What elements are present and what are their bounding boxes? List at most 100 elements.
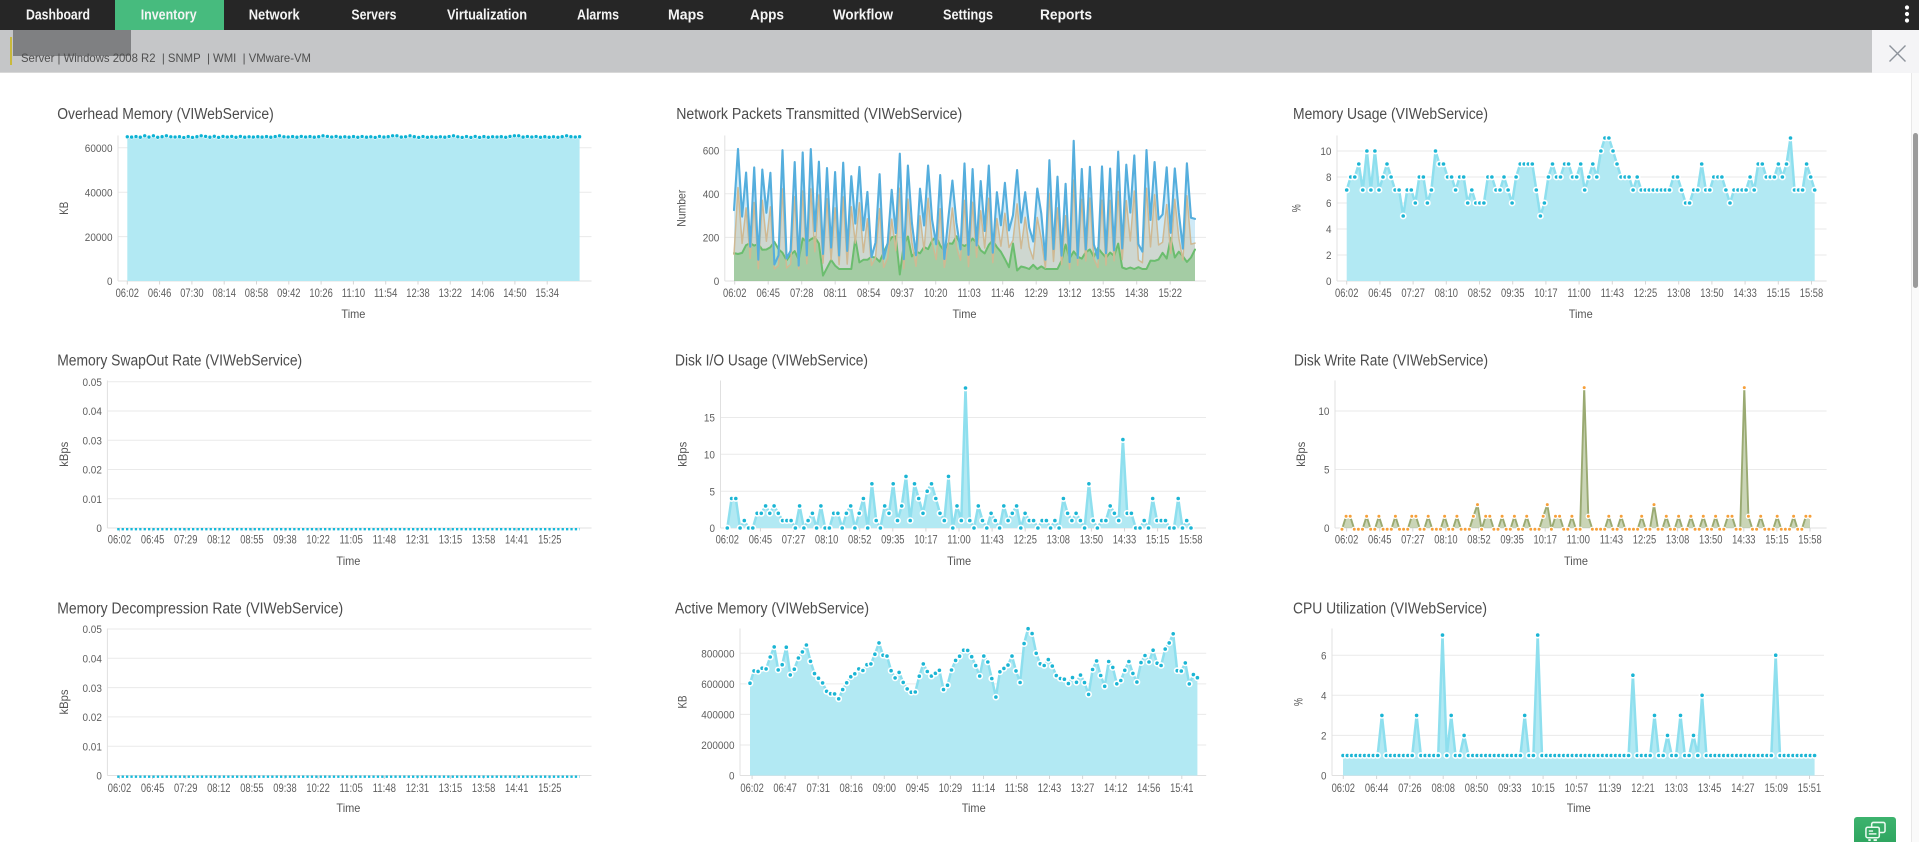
svg-text:15:34: 15:34	[536, 286, 560, 300]
svg-text:%: %	[1292, 698, 1306, 706]
svg-text:0.03: 0.03	[83, 683, 102, 695]
svg-text:15:15: 15:15	[1767, 286, 1791, 300]
svg-text:kBps: kBps	[676, 442, 690, 467]
svg-text:12:38: 12:38	[406, 286, 430, 300]
svg-text:Time: Time	[336, 801, 360, 815]
svg-text:kBps: kBps	[57, 442, 71, 467]
svg-text:2: 2	[1321, 731, 1327, 743]
svg-text:11:54: 11:54	[374, 286, 398, 300]
svg-text:11:48: 11:48	[373, 533, 397, 547]
svg-text:07:29: 07:29	[174, 781, 198, 795]
svg-text:15:22: 15:22	[1159, 286, 1183, 300]
svg-text:12:31: 12:31	[406, 533, 430, 547]
svg-text:10:15: 10:15	[1531, 781, 1555, 795]
svg-text:10: 10	[1320, 146, 1331, 158]
svg-text:06:45: 06:45	[1368, 533, 1392, 547]
svg-text:11:43: 11:43	[980, 533, 1004, 547]
svg-text:13:08: 13:08	[1667, 286, 1691, 300]
svg-text:14:27: 14:27	[1731, 781, 1755, 795]
svg-text:15:25: 15:25	[538, 533, 562, 547]
svg-text:15: 15	[704, 413, 715, 425]
svg-text:07:27: 07:27	[782, 533, 806, 547]
svg-text:11:00: 11:00	[1567, 286, 1591, 300]
svg-text:10: 10	[704, 450, 715, 462]
svg-text:07:30: 07:30	[180, 286, 204, 300]
svg-text:12:25: 12:25	[1634, 286, 1658, 300]
svg-text:06:44: 06:44	[1365, 781, 1389, 795]
svg-text:11:05: 11:05	[340, 533, 364, 547]
svg-text:600000: 600000	[701, 679, 734, 691]
svg-text:0.01: 0.01	[83, 494, 102, 506]
svg-text:06:45: 06:45	[1368, 286, 1392, 300]
svg-text:11:00: 11:00	[1567, 533, 1591, 547]
svg-text:09:38: 09:38	[273, 781, 297, 795]
svg-text:0: 0	[1321, 771, 1327, 783]
svg-text:0: 0	[729, 771, 735, 783]
svg-text:08:52: 08:52	[1468, 286, 1492, 300]
svg-text:09:35: 09:35	[1500, 533, 1524, 547]
svg-text:08:11: 08:11	[824, 286, 848, 300]
svg-text:08:55: 08:55	[240, 533, 264, 547]
svg-text:11:43: 11:43	[1601, 286, 1625, 300]
svg-text:Virtualization: Virtualization	[447, 7, 527, 24]
svg-text:09:45: 09:45	[906, 781, 930, 795]
svg-text:14:33: 14:33	[1732, 533, 1756, 547]
svg-text:14:33: 14:33	[1113, 533, 1137, 547]
svg-text:600: 600	[703, 145, 720, 157]
svg-text:5: 5	[1324, 465, 1330, 477]
svg-text:13:08: 13:08	[1047, 533, 1071, 547]
svg-text:06:02: 06:02	[1335, 533, 1359, 547]
svg-text:Dashboard: Dashboard	[26, 7, 90, 24]
svg-text:07:26: 07:26	[1398, 781, 1422, 795]
svg-text:2: 2	[1326, 250, 1332, 262]
svg-text:Memory SwapOut Rate (VIWebServ: Memory SwapOut Rate (VIWebService)	[57, 353, 302, 370]
svg-text:09:42: 09:42	[277, 286, 301, 300]
svg-text:10:29: 10:29	[939, 781, 963, 795]
svg-text:Active Memory (VIWebService): Active Memory (VIWebService)	[675, 601, 869, 618]
svg-text:13:45: 13:45	[1698, 781, 1722, 795]
svg-text:09:38: 09:38	[273, 533, 297, 547]
svg-text:11:46: 11:46	[991, 286, 1015, 300]
svg-text:13:55: 13:55	[1092, 286, 1116, 300]
svg-text:15:09: 15:09	[1765, 781, 1789, 795]
svg-text:06:45: 06:45	[141, 781, 165, 795]
svg-text:6: 6	[1326, 198, 1332, 210]
svg-text:08:55: 08:55	[240, 781, 264, 795]
svg-text:08:58: 08:58	[245, 286, 269, 300]
svg-text:14:56: 14:56	[1137, 781, 1161, 795]
svg-text:15:51: 15:51	[1798, 781, 1822, 795]
svg-text:11:05: 11:05	[340, 781, 364, 795]
svg-text:07:27: 07:27	[1401, 533, 1425, 547]
svg-text:kBps: kBps	[1294, 442, 1308, 467]
svg-text:0: 0	[1324, 523, 1330, 535]
svg-text:14:33: 14:33	[1733, 286, 1757, 300]
svg-text:10:17: 10:17	[1534, 286, 1558, 300]
svg-text:Time: Time	[962, 801, 986, 815]
svg-text:14:06: 14:06	[471, 286, 495, 300]
svg-text:0: 0	[107, 276, 113, 288]
svg-text:8: 8	[1326, 172, 1332, 184]
svg-text:08:12: 08:12	[207, 533, 231, 547]
svg-text:Alarms: Alarms	[577, 7, 619, 24]
svg-text:08:52: 08:52	[848, 533, 872, 547]
svg-text:Network: Network	[249, 7, 301, 24]
svg-text:Servers: Servers	[351, 7, 396, 24]
svg-text:10: 10	[1318, 406, 1329, 418]
svg-text:09:00: 09:00	[873, 781, 897, 795]
svg-text:6: 6	[1321, 650, 1327, 662]
svg-text:15:58: 15:58	[1800, 286, 1824, 300]
svg-text:12:43: 12:43	[1038, 781, 1062, 795]
svg-text:Memory Usage (VIWebService): Memory Usage (VIWebService)	[1293, 106, 1488, 123]
svg-text:13:03: 13:03	[1665, 781, 1689, 795]
svg-text:400000: 400000	[701, 710, 734, 722]
svg-text:Inventory: Inventory	[141, 7, 198, 24]
svg-text:06:02: 06:02	[108, 533, 132, 547]
svg-text:15:41: 15:41	[1170, 781, 1194, 795]
svg-text:Settings: Settings	[943, 7, 993, 24]
svg-text:Reports: Reports	[1040, 7, 1092, 24]
svg-text:14:50: 14:50	[503, 286, 527, 300]
svg-text:11:48: 11:48	[373, 781, 397, 795]
svg-text:KB: KB	[57, 202, 71, 215]
svg-text:11:39: 11:39	[1598, 781, 1622, 795]
svg-text:06:45: 06:45	[141, 533, 165, 547]
